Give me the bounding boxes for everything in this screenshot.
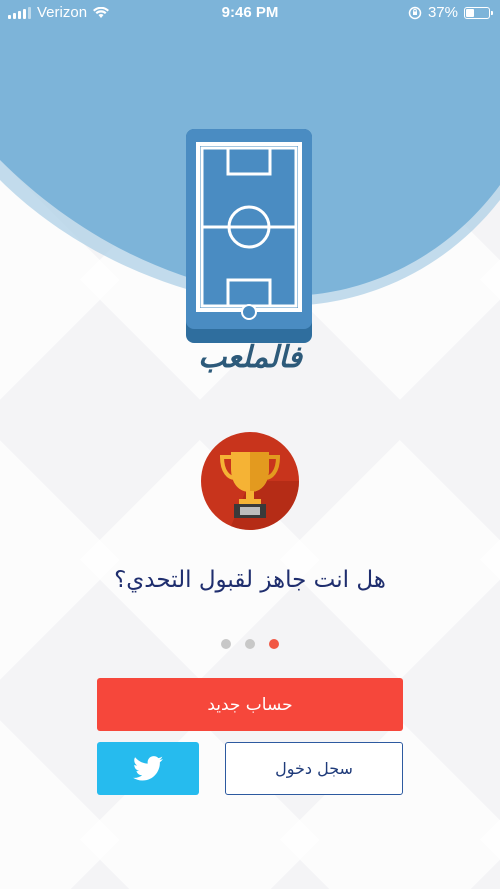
signup-button[interactable]: حساب جديد <box>97 678 403 731</box>
orientation-lock-icon <box>408 6 422 19</box>
trophy-icon <box>201 432 299 530</box>
login-button[interactable]: سجل دخول <box>225 742 403 795</box>
page-dot-2[interactable] <box>245 639 255 649</box>
app-logo-text: فالملعب <box>198 340 302 375</box>
app-logo-icon <box>186 129 312 343</box>
onboarding-headline: هل انت جاهز لقبول التحدي؟ <box>114 567 386 593</box>
page-dot-1[interactable] <box>221 639 231 649</box>
status-bar: Verizon 9:46 PM 37% <box>0 0 500 26</box>
battery-icon <box>464 6 493 19</box>
twitter-icon <box>133 756 163 781</box>
battery-fill <box>466 8 474 17</box>
battery-percent: 37% <box>427 4 458 21</box>
twitter-login-button[interactable] <box>97 742 199 795</box>
page-dot-3[interactable] <box>269 639 279 649</box>
page-indicator <box>0 639 500 649</box>
onboarding-screen: Verizon 9:46 PM 37% فالملعب هل انت جاهز … <box>0 0 500 889</box>
